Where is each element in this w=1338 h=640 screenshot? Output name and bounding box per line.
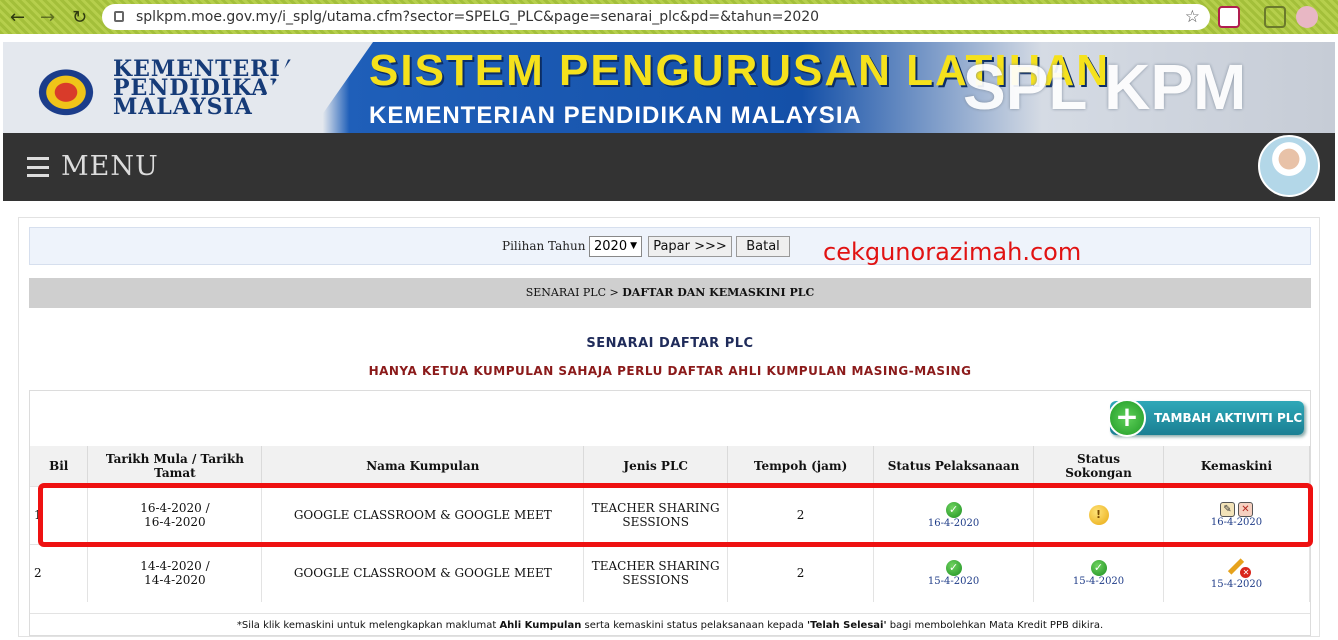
- url-text: splkpm.moe.gov.my/i_splg/utama.cfm?secto…: [136, 9, 820, 25]
- col-update: Kemaskini: [1163, 446, 1311, 486]
- user-avatar[interactable]: [1258, 135, 1320, 197]
- page-subtitle: HANYA KETUA KUMPULAN SAHAJA PERLU DAFTAR…: [368, 364, 972, 378]
- chevron-down-icon: ▼: [630, 241, 637, 251]
- check-circle-icon: ✓: [945, 559, 962, 576]
- menu-bar: MENU: [3, 133, 1335, 201]
- watermark-text: cekgunorazimah.com: [823, 238, 1082, 266]
- col-bil: Bil: [30, 446, 89, 486]
- reload-icon[interactable]: ↻: [72, 7, 87, 28]
- browser-toolbar: ← → ↻ splkpm.moe.gov.my/i_splg/utama.cfm…: [0, 0, 1338, 34]
- profile-avatar-icon[interactable]: [1296, 6, 1318, 28]
- footnote: *Sila klik kemaskini untuk melengkapkan …: [30, 613, 1310, 631]
- bookmark-star-icon[interactable]: ☆: [1185, 4, 1200, 30]
- year-filter-label: Pilihan Tahun: [502, 239, 586, 253]
- col-group: Nama Kumpulan: [261, 446, 585, 486]
- page-title: SENARAI DAFTAR PLC: [586, 336, 754, 351]
- banner-subtitle: KEMENTERIAN PENDIDIKAN MALAYSIA: [369, 102, 862, 129]
- back-icon[interactable]: ←: [10, 7, 25, 28]
- playlist-icon[interactable]: [1264, 6, 1286, 28]
- cancel-button[interactable]: Batal: [736, 236, 790, 257]
- breadcrumb-current: DAFTAR DAN KEMASKINI PLC: [622, 286, 815, 299]
- hamburger-icon[interactable]: [27, 157, 49, 177]
- table-row: 2 14-4-2020 /14-4-2020 GOOGLE CLASSROOM …: [30, 543, 1311, 602]
- col-type: Jenis PLC: [583, 446, 729, 486]
- breadcrumb-parent[interactable]: SENARAI PLC >: [526, 286, 619, 299]
- year-filter-bar: Pilihan Tahun 2020 ▼ Papar >>> Batal: [29, 227, 1311, 265]
- address-bar[interactable]: splkpm.moe.gov.my/i_splg/utama.cfm?secto…: [102, 4, 1210, 30]
- show-button[interactable]: Papar >>>: [648, 236, 732, 257]
- banner-brand: SPL KPM: [963, 51, 1247, 123]
- year-select[interactable]: 2020 ▼: [589, 236, 642, 257]
- site-banner: KEMENTERIAN PENDIDIKAN MALAYSIA SISTEM P…: [3, 42, 1335, 134]
- add-activity-button[interactable]: + TAMBAH AKTIVITI PLC: [1108, 399, 1304, 437]
- forward-icon[interactable]: →: [40, 7, 55, 28]
- col-status-impl: Status Pelaksanaan: [873, 446, 1035, 486]
- col-status-support: Status Sokongan: [1033, 446, 1164, 486]
- check-circle-icon: ✓: [1090, 559, 1107, 576]
- lock-icon: [114, 11, 124, 22]
- edit-pencil-icon[interactable]: ✕: [1225, 556, 1252, 579]
- highlight-box: [38, 483, 1313, 547]
- plus-icon: +: [1108, 399, 1146, 437]
- coat-of-arms-icon: [23, 56, 109, 122]
- breadcrumb: SENARAI PLC > DAFTAR DAN KEMASKINI PLC: [29, 278, 1311, 308]
- col-dates: Tarikh Mula / Tarikh Tamat: [87, 446, 263, 486]
- menu-label[interactable]: MENU: [61, 151, 159, 182]
- col-hours: Tempoh (jam): [727, 446, 875, 486]
- extension-icon[interactable]: [1218, 6, 1240, 28]
- main-content: Pilihan Tahun 2020 ▼ Papar >>> Batal cekg…: [18, 217, 1320, 637]
